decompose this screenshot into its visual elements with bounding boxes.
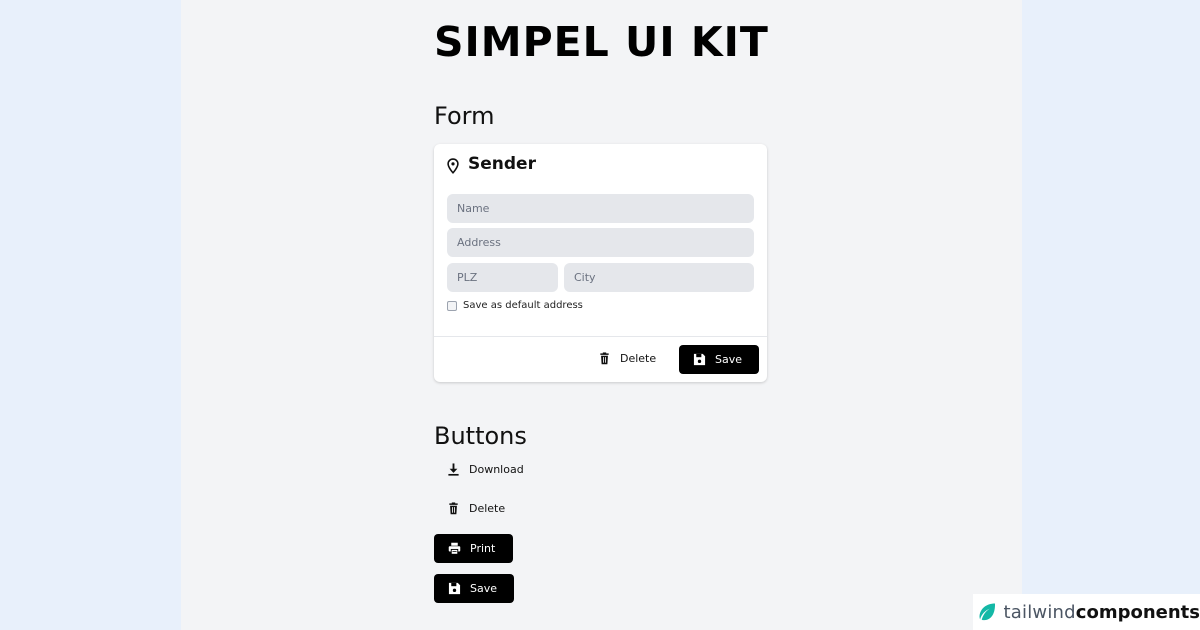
page-panel: SIMPEL UI KIT Form Sender Save as defaul… bbox=[181, 0, 1022, 630]
address-field[interactable] bbox=[447, 228, 754, 257]
plz-field[interactable] bbox=[447, 263, 558, 292]
logo-word-tailwind: tailwind bbox=[1003, 601, 1076, 623]
form-section-title: Form bbox=[434, 102, 495, 130]
default-address-label: Save as default address bbox=[463, 300, 583, 311]
floppy-disk-icon bbox=[693, 353, 706, 366]
page-title: SIMPEL UI KIT bbox=[434, 18, 769, 66]
default-address-checkbox[interactable] bbox=[447, 300, 457, 311]
download-label: Download bbox=[469, 463, 524, 476]
trash-icon bbox=[449, 502, 458, 515]
delete-button[interactable]: Delete bbox=[447, 494, 505, 523]
print-button[interactable]: Print bbox=[434, 534, 513, 563]
card-save-button[interactable]: Save bbox=[679, 345, 759, 374]
card-header: Sender bbox=[446, 154, 536, 174]
default-address-option[interactable]: Save as default address bbox=[447, 300, 583, 311]
leaf-icon bbox=[979, 603, 996, 621]
city-field[interactable] bbox=[564, 263, 754, 292]
save-label: Save bbox=[470, 582, 498, 595]
tailwindcomponents-logo[interactable]: tailwind components bbox=[973, 594, 1200, 630]
buttons-section-title: Buttons bbox=[434, 422, 527, 450]
download-icon bbox=[448, 463, 459, 476]
floppy-disk-icon bbox=[448, 582, 461, 595]
map-pin-icon bbox=[447, 158, 459, 174]
logo-word-components: components bbox=[1075, 601, 1200, 623]
save-button[interactable]: Save bbox=[434, 574, 514, 603]
trash-icon bbox=[600, 352, 609, 365]
print-label: Print bbox=[470, 542, 496, 555]
card-divider bbox=[434, 336, 767, 337]
name-field[interactable] bbox=[447, 194, 754, 223]
download-button[interactable]: Download bbox=[447, 455, 524, 484]
card-delete-label: Delete bbox=[620, 352, 657, 365]
card-delete-button[interactable]: Delete bbox=[598, 344, 668, 373]
printer-icon bbox=[448, 542, 461, 555]
delete-label: Delete bbox=[469, 502, 506, 515]
sender-form-card: Sender Save as default address Dele bbox=[434, 144, 767, 382]
card-save-label: Save bbox=[715, 353, 743, 366]
card-title: Sender bbox=[468, 154, 536, 174]
